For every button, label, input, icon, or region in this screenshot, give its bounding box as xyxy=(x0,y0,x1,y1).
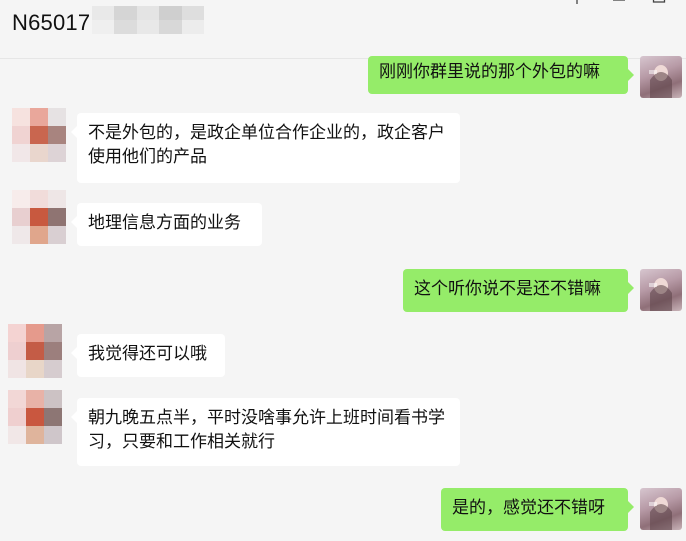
message-text: 刚刚你群里说的那个外包的嘛 xyxy=(379,62,600,82)
message-bubble-incoming[interactable]: 不是外包的，是政企单位合作企业的，政企客户使用他们的产品 xyxy=(71,113,460,183)
my-avatar[interactable] xyxy=(640,56,682,98)
message-text: 这个听你说不是还不错嘛 xyxy=(414,279,601,299)
chat-header: N65017 xyxy=(0,0,686,59)
message-text: 是的，感觉还不错呀 xyxy=(452,498,605,518)
message-bubble-incoming[interactable]: 朝九晚五点半，平时没啥事允许上班时间看书学习，只要和工作相关就行 xyxy=(71,398,460,466)
contact-avatar[interactable] xyxy=(12,108,66,162)
chat-title: N65017 xyxy=(12,10,91,35)
message-text: 朝九晚五点半，平时没啥事允许上班时间看书学习，只要和工作相关就行 xyxy=(88,408,445,452)
message-bubble-outgoing[interactable]: 刚刚你群里说的那个外包的嘛 xyxy=(368,56,634,94)
maximize-icon[interactable] xyxy=(652,0,666,4)
my-avatar[interactable] xyxy=(640,269,682,311)
message-bubble-outgoing[interactable]: 这个听你说不是还不错嘛 xyxy=(403,269,634,312)
message-text: 我觉得还可以哦 xyxy=(88,344,207,364)
message-bubble-incoming[interactable]: 地理信息方面的业务 xyxy=(71,203,262,246)
minimize-icon[interactable] xyxy=(612,0,626,4)
message-text: 不是外包的，是政企单位合作企业的，政企客户使用他们的产品 xyxy=(88,123,445,167)
message-text: 地理信息方面的业务 xyxy=(88,213,241,233)
my-avatar[interactable] xyxy=(640,488,682,530)
contact-avatar[interactable] xyxy=(12,190,66,244)
message-bubble-incoming[interactable]: 我觉得还可以哦 xyxy=(71,334,225,377)
pin-icon[interactable] xyxy=(570,0,584,4)
contact-avatar[interactable] xyxy=(8,390,62,444)
title-redaction-mosaic xyxy=(92,6,204,34)
contact-avatar[interactable] xyxy=(8,324,62,378)
message-bubble-outgoing[interactable]: 是的，感觉还不错呀 xyxy=(441,488,634,531)
